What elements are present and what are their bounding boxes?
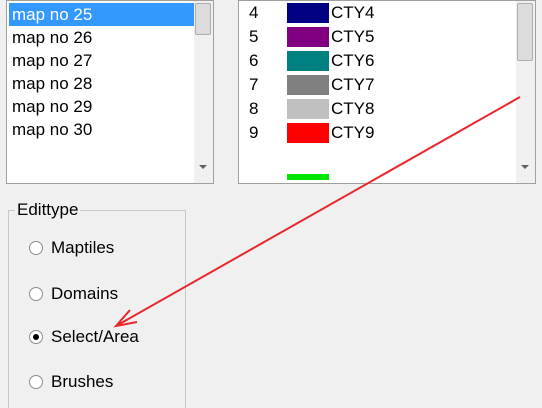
color-list-item[interactable]: 7 CTY7: [239, 73, 497, 97]
color-swatch: [287, 51, 329, 71]
color-index: 7: [249, 75, 259, 94]
color-index: 9: [249, 123, 259, 142]
color-list-item[interactable]: 9 CTY9: [239, 121, 497, 145]
color-index: 5: [249, 27, 259, 46]
radio-label[interactable]: Select/Area: [51, 326, 139, 348]
radio-button-icon[interactable]: [29, 330, 43, 344]
map-list-item[interactable]: map no 29: [9, 95, 195, 118]
radio-button-icon[interactable]: [29, 287, 43, 301]
color-list-scrollbar[interactable]: [516, 1, 535, 183]
map-list-item[interactable]: map no 27: [9, 49, 195, 72]
color-label: CTY7: [331, 75, 375, 94]
map-list-item[interactable]: map no 30: [9, 118, 195, 141]
color-list-item[interactable]: 5 CTY5: [239, 25, 497, 49]
color-label: CTY6: [331, 51, 375, 70]
color-swatch: [287, 27, 329, 47]
scroll-down-arrow-icon[interactable]: [199, 165, 207, 169]
color-listbox[interactable]: 4 CTY4 5 CTY5 6 CTY6 7 CTY7 8 CTY8 9 CTY…: [238, 0, 536, 184]
map-list-scroll-thumb[interactable]: [195, 3, 211, 35]
radio-button-icon[interactable]: [29, 375, 43, 389]
color-list-item[interactable]: 6 CTY6: [239, 49, 497, 73]
radio-label[interactable]: Maptiles: [51, 237, 114, 259]
radio-label[interactable]: Brushes: [51, 371, 113, 393]
color-label: CTY8: [331, 99, 375, 118]
color-label: CTY5: [331, 27, 375, 46]
color-list-item[interactable]: 8 CTY8: [239, 97, 497, 121]
color-swatch: [287, 123, 329, 143]
map-list-item[interactable]: map no 25: [9, 3, 195, 26]
color-label: CTY4: [331, 3, 375, 22]
color-index: 6: [249, 51, 259, 70]
radio-label[interactable]: Domains: [51, 283, 118, 305]
radio-button-icon[interactable]: [29, 241, 43, 255]
edittype-groupbox: Edittype Maptiles Domains Select/Area Br…: [8, 200, 186, 408]
color-list-item[interactable]: 4 CTY4: [239, 1, 497, 25]
color-list-scroll-thumb[interactable]: [517, 3, 533, 61]
color-index: 8: [249, 99, 259, 118]
map-list-scrollbar[interactable]: [194, 1, 213, 183]
scroll-down-arrow-icon[interactable]: [521, 165, 529, 169]
color-swatch: [287, 99, 329, 119]
partial-color-swatch: [287, 174, 329, 180]
map-listbox[interactable]: map no 25 map no 26 map no 27 map no 28 …: [6, 0, 214, 184]
edittype-group-title: Edittype: [15, 200, 81, 220]
color-swatch: [287, 75, 329, 95]
color-label: CTY9: [331, 123, 375, 142]
color-index: 4: [249, 3, 259, 22]
map-list-item[interactable]: map no 26: [9, 26, 195, 49]
map-list-item[interactable]: map no 28: [9, 72, 195, 95]
color-swatch: [287, 3, 329, 23]
